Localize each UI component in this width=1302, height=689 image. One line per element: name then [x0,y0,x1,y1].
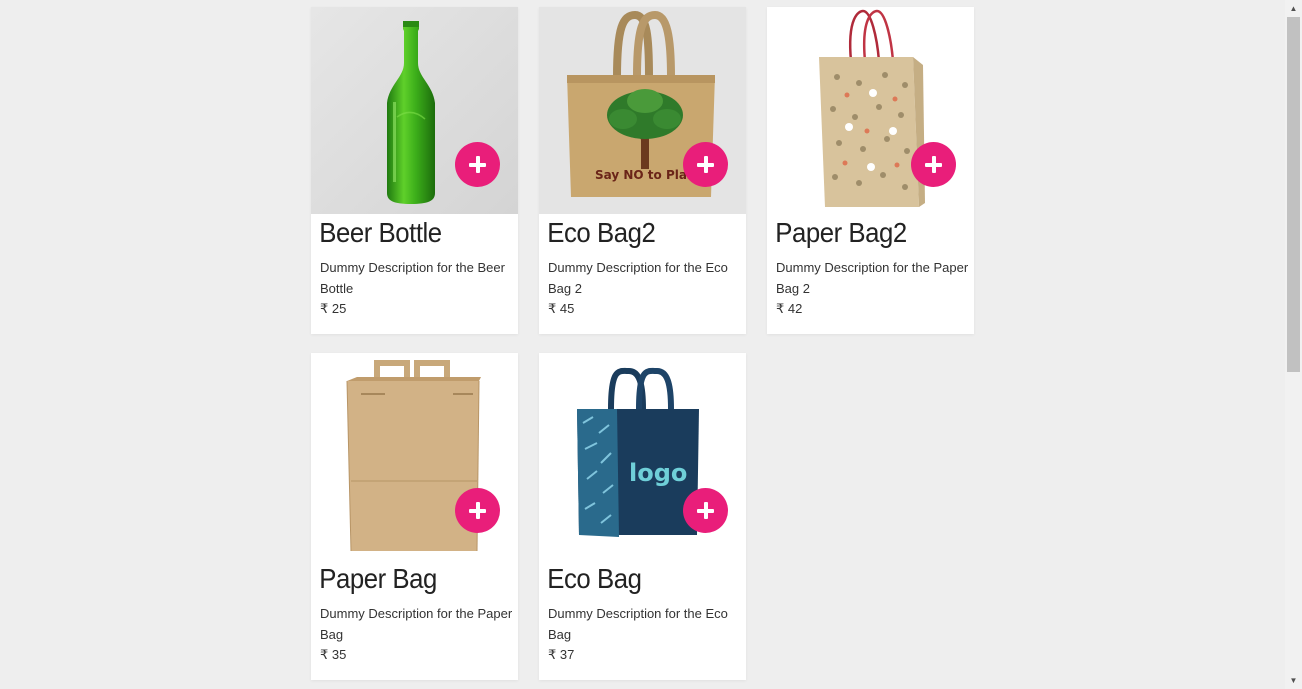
product-title: Paper Bag [319,563,437,594]
add-to-cart-button[interactable] [455,142,500,187]
product-title: Eco Bag [547,563,642,594]
scroll-down-arrow-icon[interactable]: ▼ [1285,672,1302,689]
product-card[interactable]: Paper Bag2 Dummy Description for the Pap… [767,7,974,334]
product-title: Eco Bag2 [547,217,656,248]
scroll-up-arrow-icon[interactable]: ▲ [1285,0,1302,17]
add-to-cart-button[interactable] [911,142,956,187]
product-description: Dummy Description for the Paper Bag [320,606,513,642]
product-price: ₹ 42 [776,301,803,316]
product-card[interactable]: Say NO to Plastic Eco Bag2 Dummy Descrip… [539,7,746,334]
product-price: ₹ 37 [548,647,575,662]
add-to-cart-button[interactable] [683,488,728,533]
product-card[interactable]: Beer Bottle Dummy Description for the Be… [311,7,518,334]
add-to-cart-button[interactable] [455,488,500,533]
product-image-beer-bottle[interactable] [311,7,518,214]
product-description: Dummy Description for the Eco Bag [548,606,728,642]
product-card[interactable]: logo Eco Bag Dummy Description for the E… [539,353,746,680]
product-description: Dummy Description for the Paper Bag 2 [776,260,969,296]
blue-bag-logo-text: logo [629,459,687,487]
product-title: Beer Bottle [319,217,442,248]
product-card[interactable]: Paper Bag Dummy Description for the Pape… [311,353,518,680]
product-price: ₹ 35 [320,647,347,662]
vertical-scrollbar[interactable]: ▲ ▼ [1285,0,1302,689]
add-to-cart-button[interactable] [683,142,728,187]
product-title: Paper Bag2 [775,217,907,248]
product-image-paper-bag-kraft[interactable] [311,353,518,560]
product-description: Dummy Description for the Eco Bag 2 [548,260,728,296]
product-image-paper-bag-printed[interactable] [767,7,974,214]
product-image-eco-bag-jute[interactable]: Say NO to Plastic [539,7,746,214]
product-price: ₹ 45 [548,301,575,316]
product-image-eco-bag-blue[interactable]: logo [539,353,746,560]
scrollbar-thumb[interactable] [1287,17,1300,372]
product-grid: Beer Bottle Dummy Description for the Be… [311,7,974,680]
product-price: ₹ 25 [320,301,347,316]
product-description: Dummy Description for the Beer Bottle [320,260,505,296]
